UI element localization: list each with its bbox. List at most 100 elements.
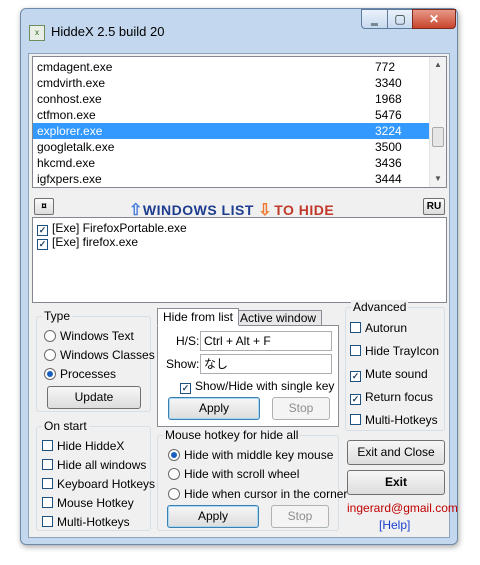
on-start-mouse-hotkey[interactable]: Mouse Hotkey — [42, 495, 134, 511]
checkbox-checked[interactable]: ✓ — [180, 383, 191, 394]
minimize-button[interactable]: ‗ — [361, 9, 388, 29]
on-start-hide-all-windows[interactable]: Hide all windows — [42, 457, 146, 473]
radio-button[interactable] — [168, 488, 180, 500]
on-start-keyboard-hotkeys[interactable]: Keyboard Hotkeys — [42, 476, 155, 492]
advanced-mute-sound[interactable]: ✓ Mute sound — [350, 366, 428, 382]
process-list[interactable]: cmdagent.exe 772 cmdvirth.exe 3340 conho… — [32, 56, 447, 188]
tab-apply-button[interactable]: Apply — [168, 397, 260, 420]
maximize-button[interactable]: ▢ — [387, 9, 413, 29]
exit-and-close-button[interactable]: Exit and Close — [347, 440, 445, 465]
type-option-windows-text[interactable]: Windows Text — [44, 328, 134, 344]
mouse-hotkey-group-title: Mouse hotkey for hide all — [163, 428, 301, 442]
option-label: Multi-Hotkeys — [365, 413, 438, 427]
advanced-return-focus[interactable]: ✓ Return focus — [350, 389, 433, 405]
option-label: Hide with scroll wheel — [184, 467, 300, 481]
scroll-thumb[interactable] — [432, 127, 444, 147]
radio-button-selected[interactable] — [44, 368, 56, 380]
option-label: Windows Text — [60, 329, 134, 343]
show-hotkey-field[interactable]: なし — [200, 354, 332, 374]
checkbox-checked[interactable]: ✓ — [350, 394, 361, 405]
hide-item-label: [Exe] firefox.exe — [52, 235, 139, 249]
mouse-option-middle-key[interactable]: Hide with middle key mouse — [168, 447, 333, 463]
hide-list-item[interactable]: ✓ [Exe] FirefoxPortable.exe — [37, 221, 187, 236]
language-button[interactable]: RU — [423, 198, 445, 215]
scroll-up-icon[interactable]: ▲ — [430, 57, 446, 73]
help-link[interactable]: [Help] — [379, 518, 410, 532]
scroll-down-icon[interactable]: ▼ — [430, 171, 446, 187]
process-row[interactable]: conhost.exe 1968 — [33, 91, 431, 107]
option-label: Hide HiddeX — [57, 439, 125, 453]
advanced-multi-hotkeys[interactable]: Multi-Hotkeys — [350, 412, 438, 428]
author-email[interactable]: ingerard@gmail.com — [347, 501, 458, 515]
checkbox[interactable] — [350, 345, 361, 356]
tab-stop-button[interactable]: Stop — [272, 397, 330, 420]
process-row[interactable]: ctfmon.exe 5476 — [33, 107, 431, 123]
process-pid: 3500 — [375, 140, 402, 154]
checkbox-checked[interactable]: ✓ — [37, 239, 48, 250]
checkbox[interactable] — [350, 414, 361, 425]
process-row-selected[interactable]: explorer.exe 3224 — [33, 123, 431, 139]
option-label: Autorun — [365, 321, 408, 335]
on-start-group: On start Hide HiddeX Hide all windows Ke… — [36, 419, 155, 531]
process-name: cmdagent.exe — [37, 60, 113, 74]
mouse-apply-button[interactable]: Apply — [167, 505, 259, 528]
advanced-hide-trayicon[interactable]: Hide TrayIcon — [350, 343, 439, 359]
hs-hotkey-field[interactable]: Ctrl + Alt + F — [200, 331, 332, 351]
process-pid: 5476 — [375, 108, 402, 122]
mouse-option-scroll-wheel[interactable]: Hide with scroll wheel — [168, 466, 299, 482]
tab-hide-from-list[interactable]: Hide from list — [157, 308, 240, 326]
checkbox[interactable] — [42, 478, 53, 489]
type-option-processes[interactable]: Processes — [44, 366, 116, 382]
update-button[interactable]: Update — [47, 386, 141, 409]
radio-button[interactable] — [44, 330, 56, 342]
checkbox-checked[interactable]: ✓ — [350, 371, 361, 382]
process-pid: 772 — [375, 60, 396, 74]
process-row[interactable]: hkcmd.exe 3436 — [33, 155, 431, 171]
process-pid: 1968 — [375, 92, 402, 106]
hide-list-item[interactable]: ✓ [Exe] firefox.exe — [37, 235, 139, 250]
mouse-option-corner[interactable]: Hide when cursor in the corner — [168, 486, 347, 502]
option-label: Multi-Hotkeys — [57, 515, 130, 529]
client-area: cmdagent.exe 772 cmdvirth.exe 3340 conho… — [28, 53, 458, 538]
checkbox[interactable] — [42, 497, 53, 508]
show-label: Show: — [166, 357, 200, 371]
close-button[interactable]: ✕ — [412, 9, 456, 29]
hide-list[interactable]: ✓ [Exe] FirefoxPortable.exe ✓ [Exe] firefo… — [32, 217, 447, 303]
hide-from-list-panel: H/S: Ctrl + Alt + F Show: なし ✓ Show/Hide … — [157, 325, 339, 427]
radio-button[interactable] — [168, 468, 180, 480]
advanced-autorun[interactable]: Autorun — [350, 320, 407, 336]
checkbox[interactable] — [42, 440, 53, 451]
type-option-windows-classes[interactable]: Windows Classes — [44, 347, 155, 363]
process-pid: 3224 — [375, 124, 402, 138]
process-name: hkcmd.exe — [37, 156, 96, 170]
option-label: Hide all windows — [57, 458, 147, 472]
windows-list-label: WINDOWS LIST — [142, 202, 254, 218]
radio-button[interactable] — [44, 349, 56, 361]
advanced-group-title: Advanced — [351, 300, 409, 314]
checkbox[interactable] — [42, 459, 53, 470]
process-list-scrollbar[interactable]: ▲ ▼ — [429, 57, 446, 187]
option-label: Windows Classes — [60, 348, 155, 362]
radio-button-selected[interactable] — [168, 449, 180, 461]
process-row[interactable]: googletalk.exe 3500 — [33, 139, 431, 155]
process-row[interactable]: cmdagent.exe 772 — [33, 59, 431, 75]
single-key-toggle[interactable]: ✓ Show/Hide with single key — [180, 378, 334, 394]
pick-window-button[interactable]: ¤ — [34, 198, 54, 215]
process-row[interactable]: cmdvirth.exe 3340 — [33, 75, 431, 91]
checkbox[interactable] — [350, 322, 361, 333]
process-name: cmdvirth.exe — [37, 76, 106, 90]
app-window: x HiddeX 2.5 build 20 ‗ ▢ ✕ cmdagent.exe… — [20, 8, 458, 545]
mouse-hotkey-group: Mouse hotkey for hide all Hide with midd… — [157, 428, 347, 531]
process-name: googletalk.exe — [37, 140, 115, 154]
checkbox[interactable] — [42, 516, 53, 527]
option-label: Mouse Hotkey — [57, 496, 134, 510]
title-bar[interactable]: x HiddeX 2.5 build 20 ‗ ▢ ✕ — [21, 9, 457, 55]
type-group: Type Windows Text Windows Classes Proces… — [36, 309, 155, 412]
mouse-stop-button[interactable]: Stop — [271, 505, 329, 528]
tab-active-window[interactable]: Active window — [234, 310, 323, 326]
process-row[interactable]: igfxpers.exe 3444 — [33, 171, 431, 187]
exit-button[interactable]: Exit — [347, 470, 445, 495]
on-start-hide-hiddex[interactable]: Hide HiddeX — [42, 438, 124, 454]
process-name: conhost.exe — [37, 92, 102, 106]
on-start-multi-hotkeys[interactable]: Multi-Hotkeys — [42, 514, 130, 530]
